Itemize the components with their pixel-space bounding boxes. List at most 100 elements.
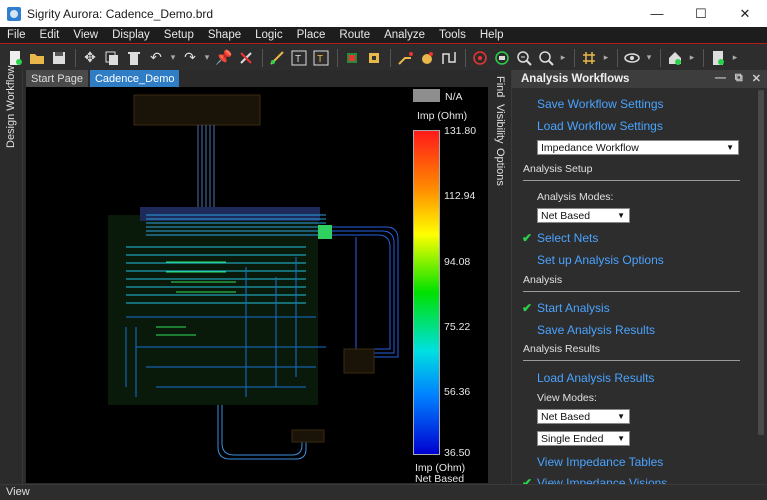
analysis-workflows-panel: Analysis Workflows — ⧉ ✕ Save Workflow S… bbox=[511, 70, 767, 490]
copy-icon[interactable] bbox=[102, 48, 122, 68]
text-icon[interactable]: T bbox=[289, 48, 309, 68]
slide-icon[interactable] bbox=[439, 48, 459, 68]
report-icon[interactable] bbox=[708, 48, 728, 68]
panel-scrollbar[interactable] bbox=[757, 90, 765, 480]
undo-icon[interactable]: ↶ bbox=[146, 48, 166, 68]
tab-cadence-demo[interactable]: Cadence_Demo bbox=[89, 70, 180, 87]
save-workflow-settings-link[interactable]: Save Workflow Settings bbox=[537, 97, 664, 111]
menu-tools[interactable]: Tools bbox=[432, 29, 473, 41]
tab-find[interactable]: Find bbox=[494, 76, 506, 97]
load-analysis-results-link[interactable]: Load Analysis Results bbox=[537, 371, 654, 385]
section-analysis-results: Analysis Results bbox=[523, 343, 601, 355]
view-mode-ended-select[interactable]: Single Ended ▼ bbox=[537, 431, 630, 446]
menu-logic[interactable]: Logic bbox=[248, 29, 290, 41]
menu-help[interactable]: Help bbox=[473, 29, 511, 41]
design-workflow-tab[interactable]: Design Workflow bbox=[5, 66, 17, 148]
toolbar-overflow-icon[interactable]: ▸ bbox=[558, 48, 568, 68]
na-color-swatch bbox=[413, 89, 440, 102]
component-icon[interactable] bbox=[342, 48, 362, 68]
start-analysis-label: Start Analysis bbox=[537, 301, 610, 315]
chevron-down-icon: ▼ bbox=[617, 434, 625, 443]
save-icon[interactable] bbox=[49, 48, 69, 68]
status-bar: View bbox=[0, 484, 767, 500]
scrollbar-thumb[interactable] bbox=[758, 90, 764, 435]
analysis-modes-value: Net Based bbox=[541, 209, 591, 222]
status-text: View bbox=[6, 486, 30, 498]
toolbar-separator bbox=[465, 48, 466, 67]
unpin-icon[interactable] bbox=[236, 48, 256, 68]
panel-minimize-icon[interactable]: — bbox=[715, 72, 726, 85]
menu-edit[interactable]: Edit bbox=[33, 29, 67, 41]
menu-setup[interactable]: Setup bbox=[157, 29, 201, 41]
menu-shape[interactable]: Shape bbox=[201, 29, 248, 41]
new-icon[interactable] bbox=[5, 48, 25, 68]
menu-view[interactable]: View bbox=[66, 29, 105, 41]
drc-icon[interactable] bbox=[470, 48, 490, 68]
toolbar-separator bbox=[262, 48, 263, 67]
close-button[interactable]: ✕ bbox=[723, 0, 767, 27]
toolbar-overflow-icon[interactable]: ▸ bbox=[601, 48, 611, 68]
minimize-button[interactable]: — bbox=[635, 0, 679, 27]
redo-icon[interactable]: ↷ bbox=[180, 48, 200, 68]
zoom-fit-icon[interactable] bbox=[492, 48, 512, 68]
panel-close-icon[interactable]: ✕ bbox=[752, 72, 761, 85]
view-mode-net-value: Net Based bbox=[541, 410, 591, 423]
home-icon[interactable] bbox=[665, 48, 685, 68]
analysis-modes-select[interactable]: Net Based ▼ bbox=[537, 208, 630, 223]
section-analysis: Analysis bbox=[523, 274, 563, 286]
load-workflow-settings-link[interactable]: Load Workflow Settings bbox=[537, 119, 663, 133]
panel-float-icon[interactable]: ⧉ bbox=[735, 72, 743, 85]
toolbar-separator bbox=[75, 48, 76, 67]
move-icon[interactable]: ✥ bbox=[80, 48, 100, 68]
undo-dropdown-icon[interactable]: ▾ bbox=[168, 48, 178, 68]
setup-options-link[interactable]: Set up Analysis Options bbox=[537, 253, 664, 267]
side-tabs: Find Visibility Options bbox=[490, 70, 510, 484]
menu-route[interactable]: Route bbox=[332, 29, 377, 41]
save-analysis-results-link[interactable]: Save Analysis Results bbox=[537, 323, 655, 337]
legend-tick: 131.80 bbox=[444, 125, 477, 137]
route-icon[interactable] bbox=[395, 48, 415, 68]
select-nets-link[interactable]: ✔ Select Nets bbox=[522, 231, 598, 245]
toolbar-separator bbox=[337, 48, 338, 67]
toolbar-overflow-icon[interactable]: ▾ bbox=[644, 48, 654, 68]
zoom-in-icon[interactable] bbox=[514, 48, 534, 68]
maximize-button[interactable]: ☐ bbox=[679, 0, 723, 27]
eye-icon[interactable] bbox=[622, 48, 642, 68]
menu-display[interactable]: Display bbox=[105, 29, 157, 41]
text-edit-icon[interactable]: T bbox=[311, 48, 331, 68]
toolbar-overflow-icon[interactable]: ▸ bbox=[730, 48, 740, 68]
panel-title: Analysis Workflows bbox=[521, 73, 630, 85]
legend-tick: 112.94 bbox=[444, 190, 476, 202]
tab-visibility[interactable]: Visibility bbox=[494, 104, 506, 144]
left-side-panel: Design Workflow bbox=[0, 66, 23, 484]
view-mode-net-select[interactable]: Net Based ▼ bbox=[537, 409, 630, 424]
open-icon[interactable] bbox=[27, 48, 47, 68]
impedance-colorbar bbox=[413, 130, 440, 455]
toolbar-overflow-icon[interactable]: ▸ bbox=[687, 48, 697, 68]
grid-icon[interactable] bbox=[579, 48, 599, 68]
check-icon: ✔ bbox=[522, 231, 533, 245]
tab-options[interactable]: Options bbox=[494, 148, 506, 186]
add-connect-icon[interactable] bbox=[267, 48, 287, 68]
view-impedance-tables-link[interactable]: View Impedance Tables bbox=[537, 455, 663, 469]
menu-analyze[interactable]: Analyze bbox=[377, 29, 432, 41]
zoom-out-icon[interactable] bbox=[536, 48, 556, 68]
workflow-select[interactable]: Impedance Workflow ▼ bbox=[537, 140, 739, 155]
start-analysis-link[interactable]: ✔ Start Analysis bbox=[522, 301, 610, 315]
menu-file[interactable]: File bbox=[0, 29, 33, 41]
pin-icon[interactable]: 📌 bbox=[214, 48, 234, 68]
redo-dropdown-icon[interactable]: ▾ bbox=[202, 48, 212, 68]
toolbar-separator bbox=[617, 48, 618, 67]
chip-icon[interactable] bbox=[364, 48, 384, 68]
tab-start-page[interactable]: Start Page bbox=[26, 70, 88, 87]
section-analysis-setup: Analysis Setup bbox=[523, 163, 593, 175]
hand-icon[interactable] bbox=[417, 48, 437, 68]
toolbar-separator bbox=[574, 48, 575, 67]
app-icon bbox=[7, 6, 21, 21]
menu-place[interactable]: Place bbox=[290, 29, 333, 41]
panel-header: Analysis Workflows — ⧉ ✕ bbox=[512, 70, 767, 88]
svg-text:T: T bbox=[317, 54, 323, 65]
view-mode-ended-value: Single Ended bbox=[541, 432, 604, 445]
window-title: Sigrity Aurora: Cadence_Demo.brd bbox=[27, 6, 214, 21]
delete-icon[interactable] bbox=[124, 48, 144, 68]
